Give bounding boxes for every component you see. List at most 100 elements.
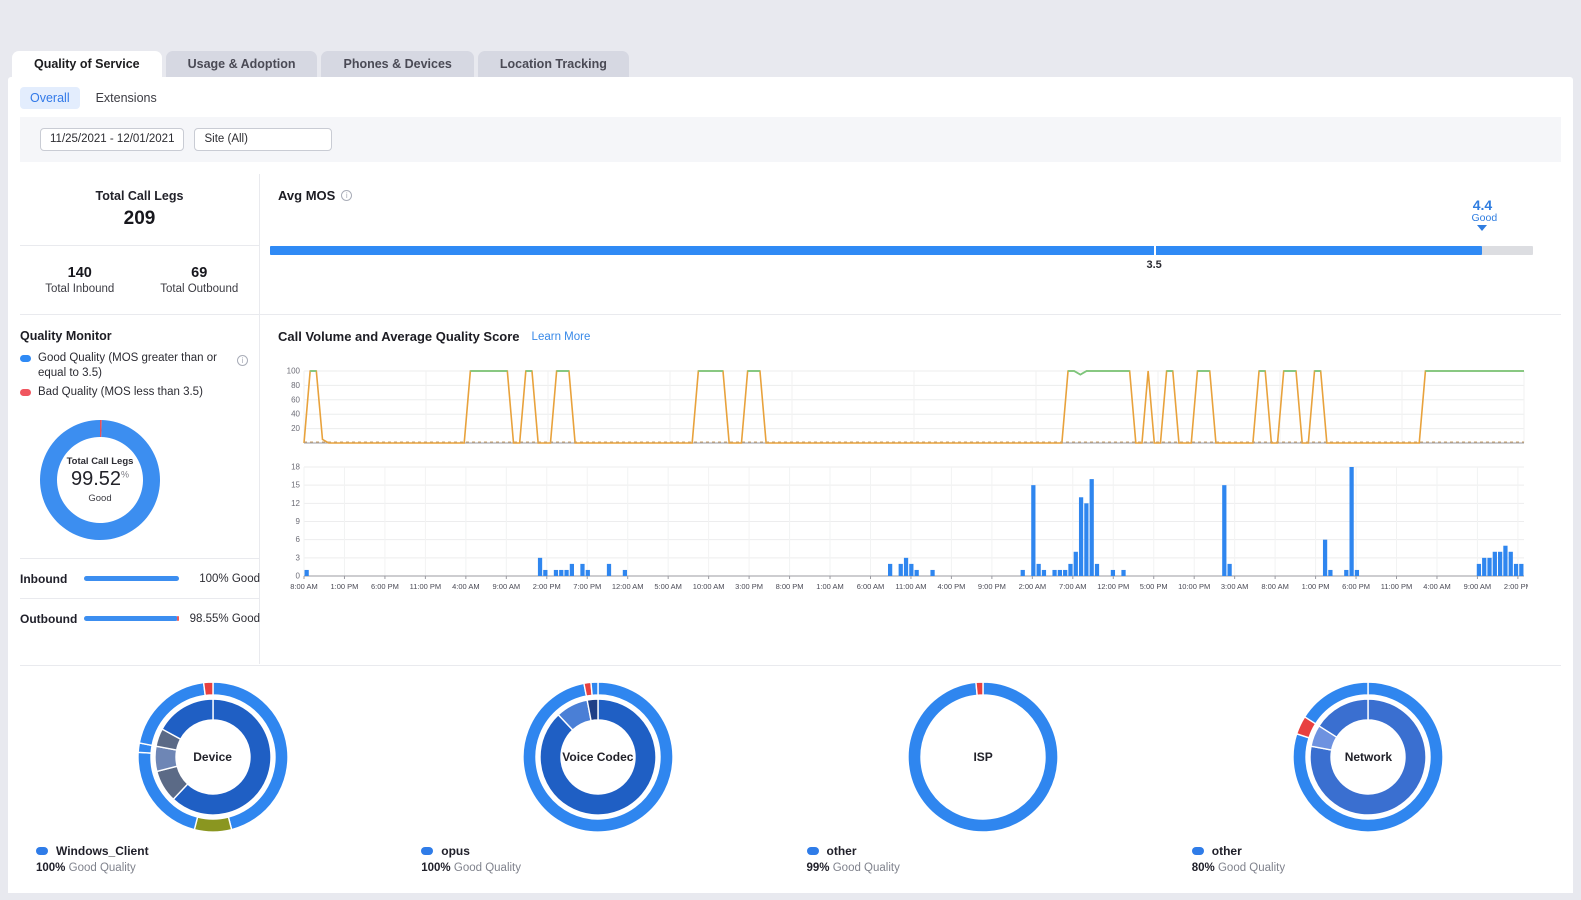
category-donuts-row: Device Windows_Client 100% Good Quality … — [20, 665, 1561, 893]
tab-phones-devices[interactable]: Phones & Devices — [321, 51, 473, 77]
svg-text:11:00 PM: 11:00 PM — [410, 582, 442, 591]
info-icon[interactable]: i — [237, 355, 248, 366]
svg-text:3:00 PM: 3:00 PM — [735, 582, 763, 591]
filter-bar: 11/25/2021 - 12/01/2021 Site (All) — [20, 117, 1561, 162]
kpi-panel: Total Call Legs 209 140 Total Inbound 69… — [20, 174, 260, 314]
total-outbound-value: 69 — [140, 265, 260, 281]
svg-text:9:00 PM: 9:00 PM — [978, 582, 1006, 591]
legend-color-swatch — [421, 847, 433, 855]
svg-text:12:00 AM: 12:00 AM — [612, 582, 644, 591]
tab-usage-adoption[interactable]: Usage & Adoption — [166, 51, 318, 77]
voice-codec-legend-pct: 100% — [421, 862, 450, 874]
subtab-extensions[interactable]: Extensions — [86, 87, 167, 109]
total-inbound-kpi: 140 Total Inbound — [20, 265, 140, 295]
date-range-filter[interactable]: 11/25/2021 - 12/01/2021 — [40, 128, 184, 151]
avg-mos-value: 4.4 — [1462, 198, 1502, 213]
inbound-quality-row: Inbound 100% Good — [20, 558, 260, 598]
outbound-quality-bar — [84, 616, 179, 621]
quality-score-line-svg: 20406080100 — [278, 367, 1528, 449]
svg-text:5:00 PM: 5:00 PM — [1140, 582, 1168, 591]
voice-codec-legend-quality: Good Quality — [454, 862, 521, 874]
quality-monitor-panel: Quality Monitor Good Quality (MOS greate… — [20, 315, 260, 664]
network-donut-label: Network — [1329, 750, 1407, 764]
legend-bad-quality-label: Bad Quality (MOS less than 3.5) — [38, 385, 230, 400]
site-filter[interactable]: Site (All) — [194, 128, 332, 151]
summary-row: Total Call Legs 209 140 Total Inbound 69… — [20, 174, 1561, 314]
network-legend-quality: Good Quality — [1218, 862, 1285, 874]
voice-codec-donut-cell: Voice Codec opus 100% Good Quality — [405, 666, 790, 893]
voice-codec-donut-label: Voice Codec — [559, 750, 637, 764]
avg-mos-threshold-divider — [1154, 245, 1156, 256]
legend-color-swatch — [1192, 847, 1204, 855]
svg-text:18: 18 — [291, 463, 300, 472]
sub-tab-bar: Overall Extensions — [20, 87, 167, 109]
svg-text:15: 15 — [291, 481, 300, 490]
inbound-row-label: Inbound — [20, 572, 84, 586]
network-legend-pct: 80% — [1192, 862, 1215, 874]
outbound-row-label: Outbound — [20, 612, 84, 626]
svg-text:10:00 AM: 10:00 AM — [693, 582, 725, 591]
svg-text:8:00 AM: 8:00 AM — [290, 582, 318, 591]
donut-center-label: Total Call Legs — [57, 456, 143, 467]
svg-text:7:00 AM: 7:00 AM — [1059, 582, 1087, 591]
network-donut-chart: Network — [1293, 682, 1443, 832]
tab-location-tracking[interactable]: Location Tracking — [478, 51, 629, 77]
device-legend-pct: 100% — [36, 862, 65, 874]
total-call-legs-kpi: Total Call Legs 209 — [20, 174, 259, 246]
svg-text:8:00 AM: 8:00 AM — [1261, 582, 1289, 591]
svg-text:6: 6 — [296, 535, 301, 544]
svg-text:4:00 AM: 4:00 AM — [1423, 582, 1451, 591]
svg-text:11:00 PM: 11:00 PM — [1381, 582, 1413, 591]
inbound-outbound-kpis: 140 Total Inbound 69 Total Outbound — [20, 246, 259, 314]
tab-quality-of-service[interactable]: Quality of Service — [12, 51, 162, 77]
svg-text:40: 40 — [291, 410, 300, 419]
legend-color-swatch — [36, 847, 48, 855]
subtab-overall[interactable]: Overall — [20, 87, 80, 109]
voice-codec-legend: opus 100% Good Quality — [421, 844, 521, 874]
svg-text:6:00 PM: 6:00 PM — [1342, 582, 1370, 591]
svg-text:100: 100 — [287, 367, 301, 376]
info-icon[interactable]: i — [341, 190, 352, 201]
network-legend: other 80% Good Quality — [1192, 844, 1285, 874]
svg-text:12:00 PM: 12:00 PM — [1097, 582, 1129, 591]
legend-good-quality-label: Good Quality (MOS greater than or equal … — [38, 351, 230, 380]
legend-color-swatch — [807, 847, 819, 855]
marker-triangle-icon — [1477, 225, 1487, 231]
dashboard-page: Quality of Service Usage & Adoption Phon… — [0, 0, 1581, 900]
svg-text:10:00 PM: 10:00 PM — [1178, 582, 1210, 591]
donut-value-number: 99.52 — [71, 468, 121, 490]
svg-text:3: 3 — [296, 553, 301, 562]
call-volume-bar-svg: 03691215188:00 AM1:00 PM6:00 PM11:00 PM4… — [278, 463, 1528, 598]
svg-text:9: 9 — [296, 517, 301, 526]
svg-text:2:00 PM: 2:00 PM — [533, 582, 561, 591]
total-call-legs-value: 209 — [124, 208, 156, 230]
svg-text:9:00 AM: 9:00 AM — [493, 582, 521, 591]
legend-bad-quality: Bad Quality (MOS less than 3.5) — [20, 385, 230, 400]
legend-color-swatch — [20, 355, 31, 362]
svg-text:0: 0 — [296, 572, 301, 581]
inbound-bar-fill — [84, 576, 179, 581]
quality-charts-row: Quality Monitor Good Quality (MOS greate… — [20, 314, 1561, 664]
total-inbound-value: 140 — [20, 265, 140, 281]
isp-legend-name: other — [827, 844, 857, 858]
isp-donut-chart: ISP — [908, 682, 1058, 832]
svg-text:7:00 PM: 7:00 PM — [573, 582, 601, 591]
svg-text:2:00 AM: 2:00 AM — [1019, 582, 1047, 591]
avg-mos-title-text: Avg MOS — [278, 188, 335, 203]
avg-mos-marker: 4.4 Good — [1462, 198, 1502, 231]
legend-color-swatch — [20, 389, 31, 396]
call-volume-header: Call Volume and Average Quality Score Le… — [278, 329, 1561, 344]
svg-text:1:00 AM: 1:00 AM — [816, 582, 844, 591]
svg-text:20: 20 — [291, 424, 300, 433]
call-volume-panel: Call Volume and Average Quality Score Le… — [260, 315, 1561, 664]
inbound-quality-bar — [84, 576, 179, 581]
svg-text:6:00 PM: 6:00 PM — [371, 582, 399, 591]
svg-text:8:00 PM: 8:00 PM — [776, 582, 804, 591]
learn-more-link[interactable]: Learn More — [532, 331, 591, 343]
device-legend-name: Windows_Client — [56, 844, 149, 858]
call-volume-title: Call Volume and Average Quality Score — [278, 329, 520, 344]
donut-center-value: 99.52% — [57, 468, 143, 491]
content-sheet: Overall Extensions 11/25/2021 - 12/01/20… — [8, 77, 1573, 893]
svg-text:11:00 AM: 11:00 AM — [895, 582, 926, 591]
isp-donut-cell: ISP other 99% Good Quality — [791, 666, 1176, 893]
